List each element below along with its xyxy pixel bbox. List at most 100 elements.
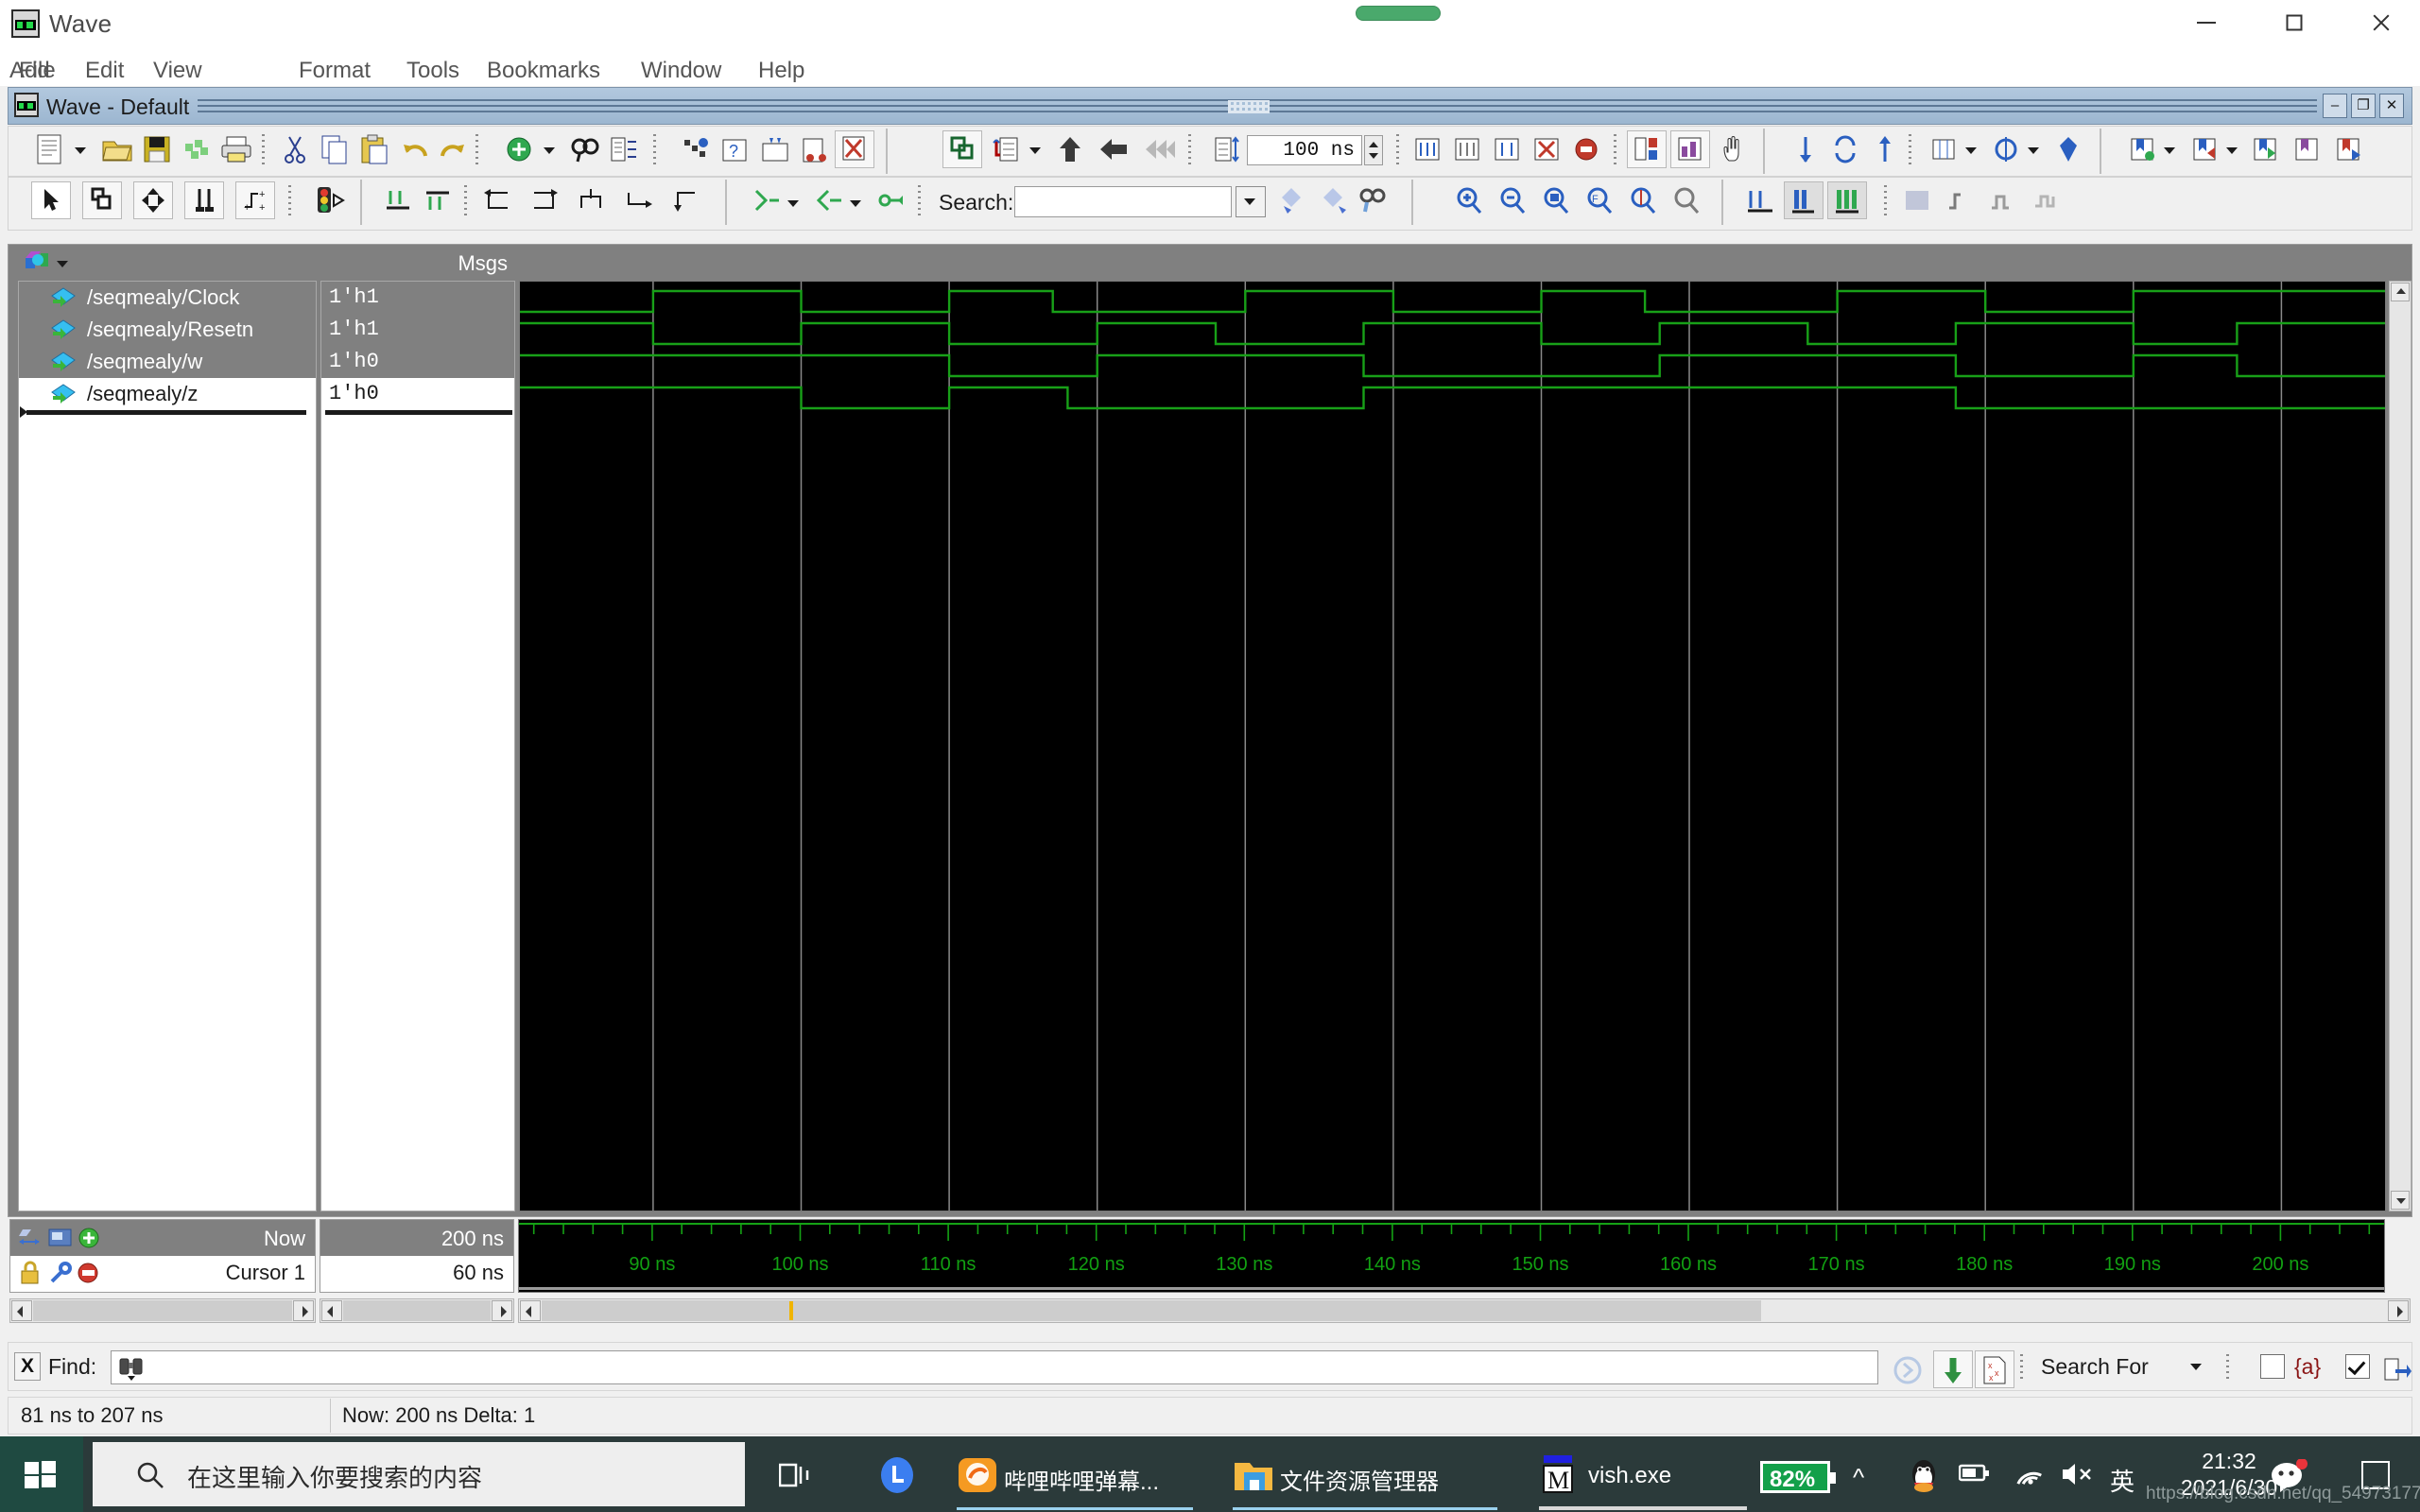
- menu-item-window[interactable]: Window: [631, 56, 731, 86]
- screenshot-icon[interactable]: [48, 1227, 73, 1254]
- wifi-icon[interactable]: [2012, 1461, 2044, 1494]
- snap-icon[interactable]: [1986, 130, 2026, 168]
- delete-cursor-icon[interactable]: [77, 1261, 101, 1290]
- new-file-icon[interactable]: [29, 130, 69, 168]
- search-dropdown-button[interactable]: [1236, 186, 1266, 217]
- dataflow-icon[interactable]: [1627, 130, 1667, 168]
- open-folder-icon[interactable]: [97, 130, 137, 168]
- zoom-last-icon[interactable]: [1667, 181, 1706, 219]
- bookmark-prev-dropdown-caret-icon[interactable]: [2226, 147, 2238, 154]
- menu-item-view[interactable]: View: [144, 56, 212, 86]
- cursor-sync-icon[interactable]: [1825, 130, 1865, 168]
- grid-dropdown-caret-icon[interactable]: [1965, 147, 1977, 154]
- edit-mode-icon[interactable]: +++: [235, 181, 275, 219]
- reload-icon[interactable]: [177, 130, 216, 168]
- bookmark-prev-icon[interactable]: [2185, 130, 2224, 168]
- signal-row-w[interactable]: /seqmealy/w: [19, 346, 316, 378]
- save-icon[interactable]: [137, 130, 177, 168]
- marker-icon[interactable]: [2048, 130, 2088, 168]
- step-over-icon[interactable]: [1139, 130, 1179, 168]
- value-splitter[interactable]: [325, 410, 512, 415]
- volume-mute-icon[interactable]: [2061, 1461, 2095, 1494]
- menu-item-edit[interactable]: Edit: [76, 56, 133, 86]
- paste-icon[interactable]: [354, 130, 394, 168]
- cursor-mode-icon[interactable]: [184, 181, 224, 219]
- zoom-out-icon[interactable]: [1493, 181, 1532, 219]
- properties-icon[interactable]: [604, 130, 644, 168]
- wave-vertical-scrollbar[interactable]: [2389, 281, 2411, 1211]
- step-back-icon[interactable]: [1094, 130, 1133, 168]
- add-wave-icon[interactable]: [500, 130, 540, 168]
- zoom-mode-icon[interactable]: [82, 181, 122, 219]
- ime-indicator[interactable]: 英: [2110, 1463, 2135, 1498]
- expand-time-icon[interactable]: [18, 1227, 43, 1254]
- names-horizontal-scrollbar[interactable]: [9, 1298, 316, 1323]
- distribute-icon[interactable]: [619, 181, 659, 219]
- taskbar-item-lenovo[interactable]: [862, 1436, 930, 1512]
- whole-word-checkbox[interactable]: [2345, 1354, 2370, 1379]
- signal-row-z[interactable]: /seqmealy/z: [19, 378, 316, 410]
- zoom-in-icon[interactable]: [1449, 181, 1489, 219]
- pane-minimize-button[interactable]: –: [2323, 94, 2347, 118]
- run-length-spinner[interactable]: [1364, 135, 1383, 165]
- menu-item-help[interactable]: Help: [749, 56, 814, 86]
- minimize-button[interactable]: [2169, 0, 2243, 45]
- scroll-left-button[interactable]: [520, 1300, 541, 1321]
- align-top-icon[interactable]: [419, 181, 458, 219]
- wave-style-1-icon[interactable]: [1740, 181, 1780, 219]
- align-left-icon[interactable]: [477, 181, 517, 219]
- pane-restore-button[interactable]: ❐: [2351, 94, 2376, 118]
- grid-icon[interactable]: [1924, 130, 1963, 168]
- bookmark-dropdown-caret-icon[interactable]: [2164, 147, 2175, 154]
- run-length-field[interactable]: 100 ns: [1247, 135, 1362, 165]
- scroll-up-button[interactable]: [2391, 283, 2410, 301]
- search-doc-icon[interactable]: xxx: [1975, 1350, 2014, 1388]
- undo-icon[interactable]: [396, 130, 436, 168]
- zoom-range-icon[interactable]: F: [1580, 181, 1619, 219]
- wave-horizontal-scrollbar[interactable]: [518, 1298, 2411, 1323]
- pan-hand-icon[interactable]: [1714, 130, 1754, 168]
- waveform-canvas[interactable]: [519, 281, 2386, 1211]
- objects-dropdown-caret-icon[interactable]: [57, 261, 68, 267]
- search-down-icon[interactable]: [1933, 1350, 1973, 1388]
- add-wave-dropdown-caret-icon[interactable]: [544, 147, 555, 154]
- align-right-icon[interactable]: [525, 181, 564, 219]
- bookmark-add-icon[interactable]: [2122, 130, 2162, 168]
- collapse-dropdown-caret-icon[interactable]: [850, 200, 861, 207]
- traffic-light-icon[interactable]: [309, 181, 349, 219]
- continue-run-icon[interactable]: [795, 130, 835, 168]
- copy-icon[interactable]: [315, 130, 354, 168]
- radix-icon[interactable]: [871, 181, 910, 219]
- run-length-icon[interactable]: [1207, 130, 1247, 168]
- scroll-thumb[interactable]: [33, 1300, 292, 1321]
- scroll-right-button[interactable]: [2388, 1300, 2409, 1321]
- zoom-in-range-icon[interactable]: [1447, 130, 1487, 168]
- scroll-right-button[interactable]: [293, 1300, 314, 1321]
- expand-dropdown-caret-icon[interactable]: [787, 200, 799, 207]
- start-button[interactable]: [0, 1436, 83, 1512]
- menu-item-tools[interactable]: Tools: [397, 56, 469, 86]
- wave-list-icon[interactable]: [1670, 130, 1710, 168]
- taskbar-item-bilibili[interactable]: 哔哩哔哩弹幕...: [945, 1436, 1219, 1512]
- step-up-icon[interactable]: [1050, 130, 1090, 168]
- cursor-up-icon[interactable]: [1865, 130, 1905, 168]
- pan-mode-icon[interactable]: [133, 181, 173, 219]
- wave-analog-3-icon[interactable]: [2028, 181, 2067, 219]
- wave-style-3-icon[interactable]: [1827, 181, 1867, 219]
- print-icon[interactable]: [216, 130, 256, 168]
- binoculars-icon[interactable]: [117, 1355, 146, 1386]
- chevron-up-icon[interactable]: ^: [1853, 1463, 1864, 1492]
- taskbar-item-vish[interactable]: M vish.exe: [1524, 1436, 1760, 1512]
- align-bottom-icon[interactable]: [379, 181, 419, 219]
- signal-name-column[interactable]: /seqmealy/Clock /seqmealy/Resetn /seqmea…: [18, 281, 317, 1211]
- snap-dropdown-caret-icon[interactable]: [2028, 147, 2039, 154]
- cursor-row[interactable]: Cursor 1: [10, 1256, 315, 1292]
- cursor-down-icon[interactable]: [1786, 130, 1825, 168]
- signal-value-column[interactable]: 1'h1 1'h1 1'h0 1'h0: [320, 281, 515, 1211]
- cut-icon[interactable]: [275, 130, 315, 168]
- add-cursor-icon[interactable]: [78, 1227, 101, 1254]
- menu-item-format[interactable]: Format: [289, 56, 380, 86]
- signal-row-clock[interactable]: /seqmealy/Clock: [19, 282, 316, 314]
- scroll-thumb[interactable]: [343, 1300, 491, 1321]
- scroll-left-button[interactable]: [321, 1300, 342, 1321]
